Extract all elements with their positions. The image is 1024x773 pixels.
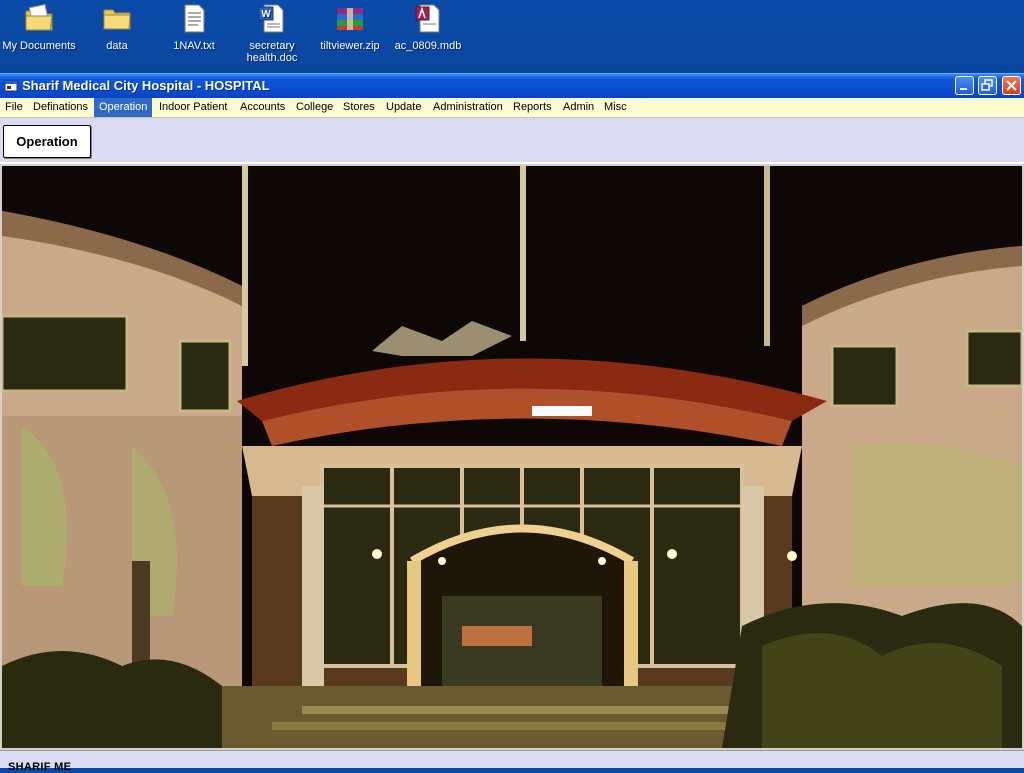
title-bar[interactable]: Sharif Medical City Hospital - HOSPITAL	[0, 73, 1024, 98]
desktop-icon-tiltviewer[interactable]: tiltviewer.zip	[311, 2, 389, 52]
minimize-button[interactable]	[955, 76, 974, 95]
word-document-icon: W	[256, 2, 288, 34]
menu-bar: File Definations Operation Indoor Patien…	[0, 98, 1024, 118]
menu-college[interactable]: College	[291, 98, 338, 117]
toolbar: Operation	[0, 118, 1024, 164]
menu-accounts[interactable]: Accounts	[235, 98, 290, 117]
desktop-icon-label: My Documents	[2, 40, 76, 52]
svg-text:W: W	[261, 9, 271, 20]
desktop-icon-label: data	[106, 40, 128, 52]
operation-button[interactable]: Operation	[3, 125, 91, 158]
desktop-icon-label: tiltviewer.zip	[320, 40, 380, 52]
restore-icon	[981, 79, 993, 91]
folder-icon	[101, 2, 133, 34]
desktop-icon-label: ac_0809.mdb	[394, 40, 462, 52]
desktop-icon-label: secretary health.doc	[246, 40, 298, 64]
menu-update[interactable]: Update	[381, 98, 426, 117]
desktop-icon-label: 1NAV.txt	[173, 40, 215, 52]
desktop: My Documents data 1NAV.txt W secretary h…	[0, 0, 1024, 73]
menu-reports[interactable]: Reports	[508, 98, 557, 117]
desktop-icon-my-documents[interactable]: My Documents	[0, 2, 78, 52]
desktop-icon-ac-0809[interactable]: ac_0809.mdb	[389, 2, 467, 52]
minimize-icon	[960, 88, 967, 90]
restore-button[interactable]	[978, 76, 997, 95]
text-file-icon	[178, 2, 210, 34]
my-documents-icon	[23, 2, 55, 34]
menu-operation[interactable]: Operation	[94, 98, 153, 117]
desktop-icon-data[interactable]: data	[78, 2, 156, 52]
menu-file[interactable]: File	[0, 98, 28, 117]
menu-definations[interactable]: Definations	[28, 98, 93, 117]
app-icon	[4, 79, 18, 92]
menu-misc[interactable]: Misc	[599, 98, 632, 117]
close-icon	[1006, 80, 1017, 91]
desktop-icon-secretary-health[interactable]: W secretary health.doc	[233, 2, 311, 64]
menu-administration[interactable]: Administration	[428, 98, 508, 117]
hospital-building-image	[2, 166, 1022, 748]
close-button[interactable]	[1002, 76, 1021, 95]
status-text: SHARIF ME	[8, 761, 72, 773]
access-database-icon	[412, 2, 444, 34]
application-window: Sharif Medical City Hospital - HOSPITAL …	[0, 73, 1024, 773]
desktop-icon-1nav[interactable]: 1NAV.txt	[155, 2, 233, 52]
window-title: Sharif Medical City Hospital - HOSPITAL	[22, 78, 270, 93]
status-bar: SHARIF ME	[0, 750, 1024, 773]
zip-archive-icon	[334, 2, 366, 34]
menu-indoor-patient[interactable]: Indoor Patient	[154, 98, 233, 117]
menu-admin[interactable]: Admin	[558, 98, 599, 117]
menu-stores[interactable]: Stores	[338, 98, 380, 117]
